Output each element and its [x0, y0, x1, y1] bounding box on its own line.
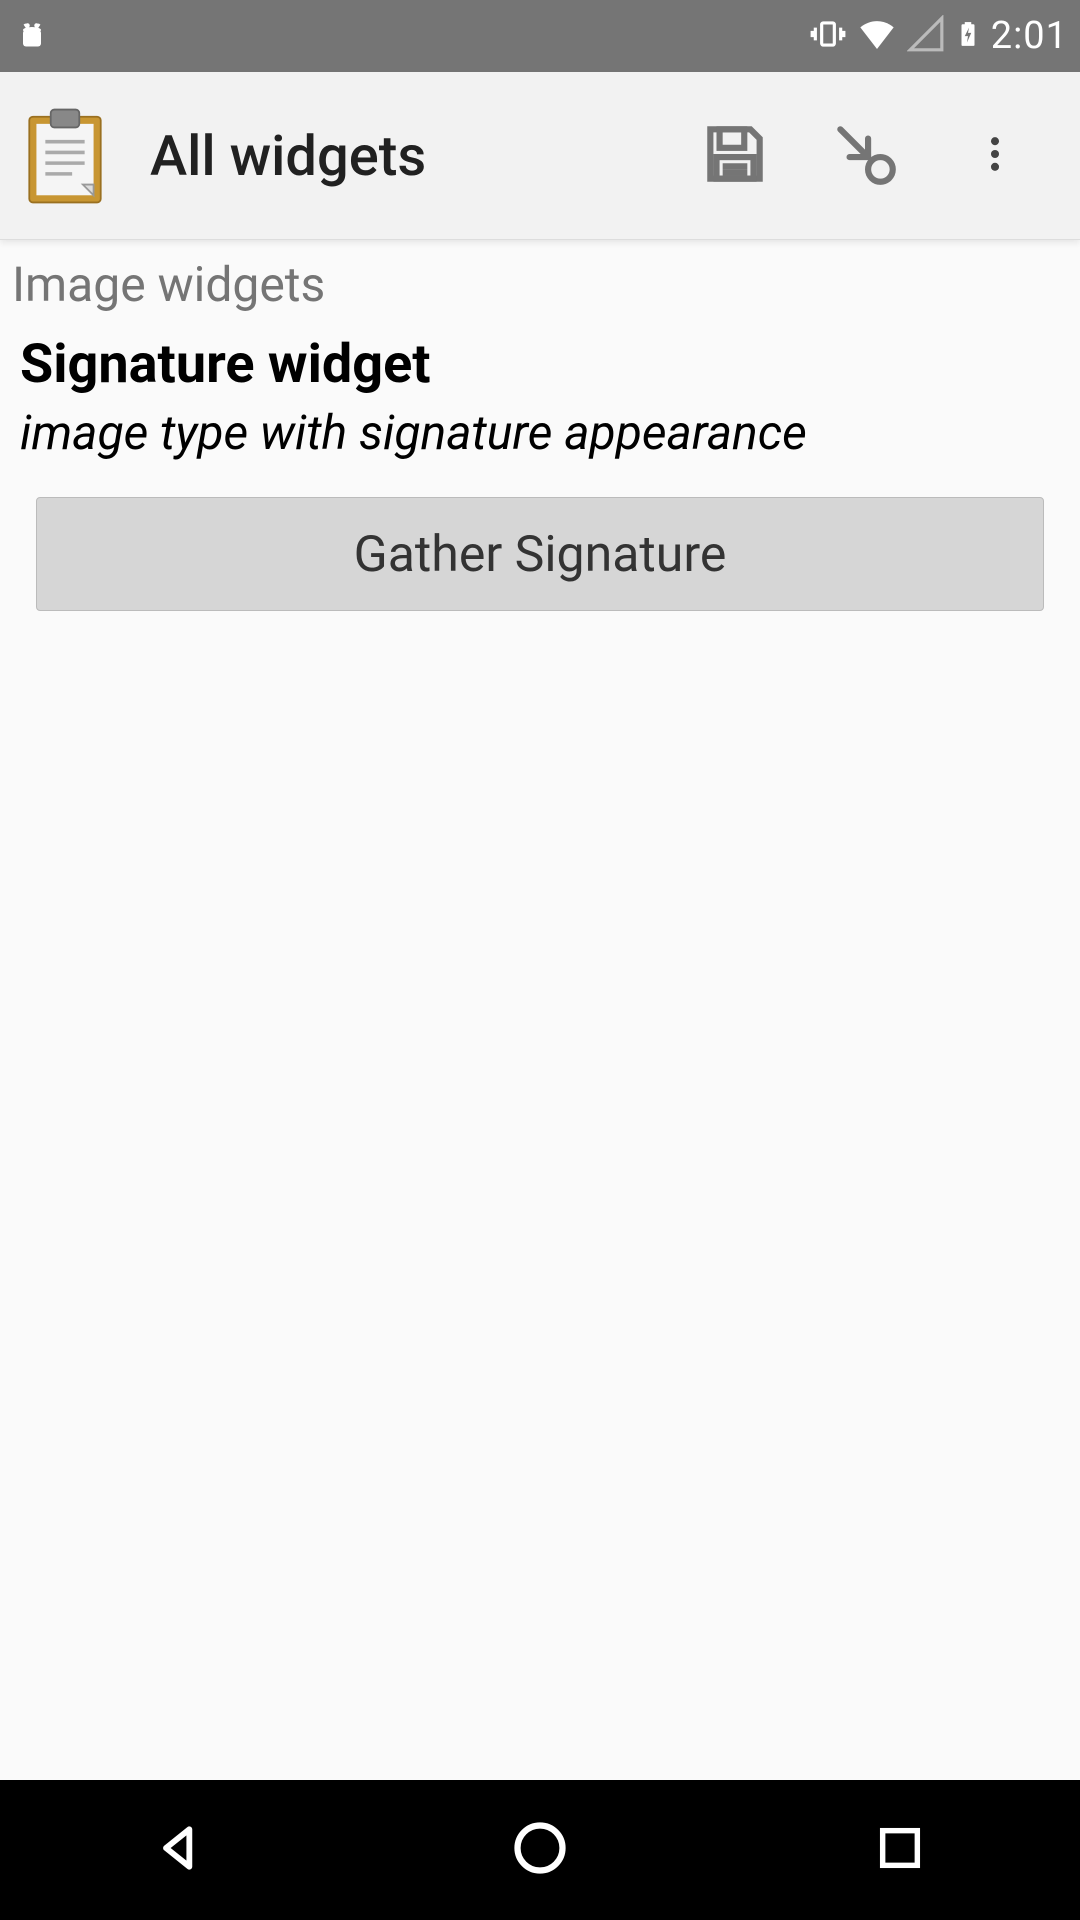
home-button[interactable] — [500, 1810, 580, 1890]
overflow-menu-button[interactable] — [930, 91, 1060, 221]
status-right: 2:01 — [809, 14, 1068, 58]
back-button[interactable] — [140, 1810, 220, 1890]
status-left — [12, 16, 52, 56]
recent-button[interactable] — [860, 1810, 940, 1890]
section-header: Image widgets — [12, 252, 1068, 325]
wifi-icon — [857, 14, 897, 58]
app-bar: All widgets — [0, 72, 1080, 240]
goto-button[interactable] — [800, 91, 930, 221]
vibrate-icon — [809, 15, 847, 57]
cell-signal-icon — [907, 15, 945, 57]
status-time: 2:01 — [991, 14, 1068, 58]
home-icon — [510, 1818, 570, 1882]
save-button[interactable] — [670, 91, 800, 221]
more-vert-icon — [973, 132, 1017, 180]
battery-charging-icon — [955, 14, 981, 58]
back-icon — [152, 1820, 208, 1880]
widget-subtitle: image type with signature appearance — [12, 400, 1068, 485]
arrow-circle-icon — [828, 117, 902, 195]
clipboard-icon — [20, 106, 110, 206]
recent-icon — [874, 1822, 926, 1878]
navigation-bar — [0, 1780, 1080, 1920]
status-bar: 2:01 — [0, 0, 1080, 72]
android-debug-icon — [12, 16, 52, 56]
content-area: Image widgets Signature widget image typ… — [0, 240, 1080, 635]
gather-signature-button[interactable]: Gather Signature — [36, 497, 1044, 611]
save-icon — [698, 117, 772, 195]
app-title: All widgets — [150, 123, 670, 189]
widget-title: Signature widget — [12, 325, 1068, 400]
